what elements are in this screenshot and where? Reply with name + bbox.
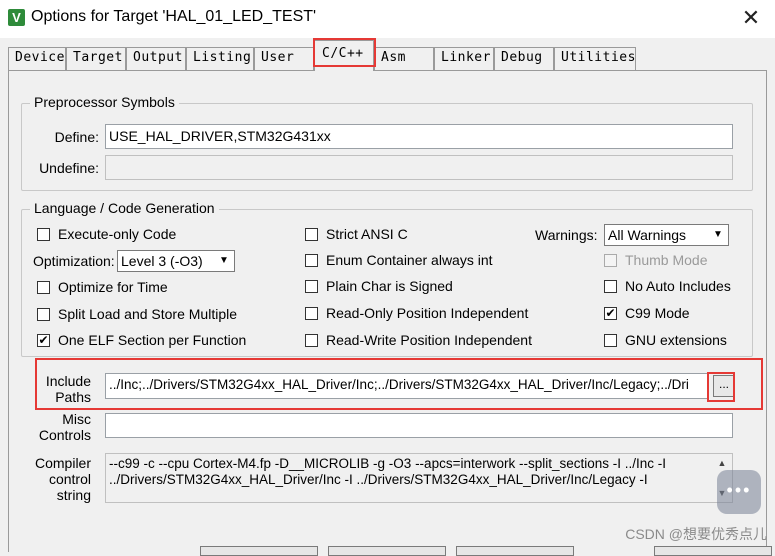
scroll-up-icon[interactable]: ▲ — [714, 455, 730, 471]
chat-bubble-icon[interactable]: ••• — [717, 470, 761, 514]
strict-ansi-option[interactable]: Strict ANSI C — [305, 225, 408, 243]
optimize-time-checkbox[interactable] — [37, 280, 50, 294]
define-label: Define: — [54, 129, 99, 145]
plain-char-label: Plain Char is Signed — [326, 278, 453, 294]
optimization-value: Level 3 (-O3) — [121, 253, 203, 269]
enum-container-option[interactable]: Enum Container always int — [305, 251, 493, 269]
c99-mode-option[interactable]: ✔ C99 Mode — [604, 304, 690, 322]
ro-pi-checkbox[interactable] — [305, 306, 318, 320]
compiler-control-line2: ../Drivers/STM32G4xx_HAL_Driver/Inc -I .… — [109, 472, 648, 487]
tab-listing[interactable]: Listing — [186, 47, 254, 70]
split-load-checkbox[interactable] — [37, 307, 50, 321]
execute-only-label: Execute-only Code — [58, 226, 177, 242]
help-button[interactable] — [654, 546, 772, 556]
thumb-mode-checkbox[interactable] — [604, 253, 617, 267]
enum-container-label: Enum Container always int — [326, 252, 493, 268]
execute-only-option[interactable]: Execute-only Code — [37, 225, 176, 243]
chevron-down-icon: ▼ — [713, 229, 723, 240]
compiler-label-line2: control — [48, 471, 91, 487]
plain-char-option[interactable]: Plain Char is Signed — [305, 277, 453, 295]
cancel-button[interactable] — [328, 546, 446, 556]
close-button[interactable]: ✕ — [737, 4, 765, 32]
compiler-label-line3: string — [56, 487, 91, 503]
tab-debug[interactable]: Debug — [494, 47, 554, 70]
rw-pi-label: Read-Write Position Independent — [326, 332, 532, 348]
csdn-watermark: CSDN @想要优秀点儿 — [625, 526, 767, 542]
gnu-ext-checkbox[interactable] — [604, 333, 617, 347]
warnings-label: Warnings: — [535, 227, 598, 243]
execute-only-checkbox[interactable] — [37, 227, 50, 241]
c99-mode-checkbox[interactable]: ✔ — [604, 305, 617, 320]
title-bar: V Options for Target 'HAL_01_LED_TEST' ✕ — [0, 0, 775, 38]
ro-pi-label: Read-Only Position Independent — [326, 305, 529, 321]
optimization-label: Optimization: — [33, 253, 115, 269]
optimization-select[interactable]: Level 3 (-O3) ▼ — [117, 250, 235, 272]
keil-app-icon: V — [8, 9, 25, 26]
gnu-ext-label: GNU extensions — [625, 332, 727, 348]
one-elf-checkbox[interactable]: ✔ — [37, 332, 50, 347]
defaults-button[interactable] — [456, 546, 574, 556]
undefine-label: Undefine: — [39, 160, 99, 176]
compiler-control-line1: --c99 -c --cpu Cortex-M4.fp -D__MICROLIB… — [109, 456, 667, 471]
tab-asm[interactable]: Asm — [374, 47, 434, 70]
strict-ansi-checkbox[interactable] — [305, 227, 318, 241]
warnings-value: All Warnings — [608, 227, 687, 243]
chevron-down-icon: ▼ — [219, 255, 229, 266]
tab-strip: Device Target Output Listing User C/C++ … — [0, 38, 775, 71]
codegen-group-title: Language / Code Generation — [30, 200, 219, 216]
define-input[interactable]: USE_HAL_DRIVER,STM32G431xx — [105, 124, 733, 149]
tab-user[interactable]: User — [254, 47, 314, 70]
thumb-mode-option[interactable]: Thumb Mode — [604, 251, 707, 269]
gnu-ext-option[interactable]: GNU extensions — [604, 331, 727, 349]
checkmark-icon: ✔ — [38, 332, 49, 347]
misc-controls-input[interactable] — [105, 413, 733, 438]
checkmark-icon: ✔ — [605, 305, 616, 320]
misc-controls-label: Misc Controls — [29, 411, 91, 443]
misc-label-line1: Misc — [62, 411, 91, 427]
tab-device[interactable]: Device — [8, 47, 66, 70]
one-elf-label: One ELF Section per Function — [58, 332, 247, 348]
tab-target[interactable]: Target — [66, 47, 126, 70]
undefine-input[interactable] — [105, 155, 733, 180]
cpp-panel: Preprocessor Symbols Define: USE_HAL_DRI… — [8, 70, 767, 552]
ro-pi-option[interactable]: Read-Only Position Independent — [305, 304, 528, 322]
split-load-label: Split Load and Store Multiple — [58, 306, 237, 322]
c99-mode-label: C99 Mode — [625, 305, 690, 321]
compiler-label-line1: Compiler — [34, 455, 91, 471]
rw-pi-option[interactable]: Read-Write Position Independent — [305, 331, 532, 349]
plain-char-checkbox[interactable] — [305, 279, 318, 293]
tab-utilities[interactable]: Utilities — [554, 47, 636, 70]
no-auto-includes-checkbox[interactable] — [604, 279, 617, 293]
include-paths-highlight — [35, 358, 763, 410]
no-auto-includes-label: No Auto Includes — [625, 278, 731, 294]
ok-button[interactable] — [200, 546, 318, 556]
tab-output[interactable]: Output — [126, 47, 186, 70]
cpp-tab-highlight — [313, 38, 376, 67]
no-auto-includes-option[interactable]: No Auto Includes — [604, 277, 731, 295]
preprocessor-group-title: Preprocessor Symbols — [30, 94, 179, 110]
compiler-control-label: Compiler control string — [29, 455, 91, 503]
thumb-mode-label: Thumb Mode — [625, 252, 708, 268]
one-elf-option[interactable]: ✔ One ELF Section per Function — [37, 331, 246, 349]
enum-container-checkbox[interactable] — [305, 253, 318, 267]
split-load-option[interactable]: Split Load and Store Multiple — [37, 305, 237, 323]
tab-linker[interactable]: Linker — [434, 47, 494, 70]
window-title: Options for Target 'HAL_01_LED_TEST' — [31, 8, 317, 25]
strict-ansi-label: Strict ANSI C — [326, 226, 408, 242]
optimize-time-option[interactable]: Optimize for Time — [37, 278, 168, 296]
warnings-select[interactable]: All Warnings ▼ — [604, 224, 729, 246]
optimize-time-label: Optimize for Time — [58, 279, 168, 295]
rw-pi-checkbox[interactable] — [305, 333, 318, 347]
compiler-control-string: --c99 -c --cpu Cortex-M4.fp -D__MICROLIB… — [105, 453, 733, 503]
browse-button-highlight — [707, 372, 735, 402]
misc-label-line2: Controls — [38, 427, 91, 443]
